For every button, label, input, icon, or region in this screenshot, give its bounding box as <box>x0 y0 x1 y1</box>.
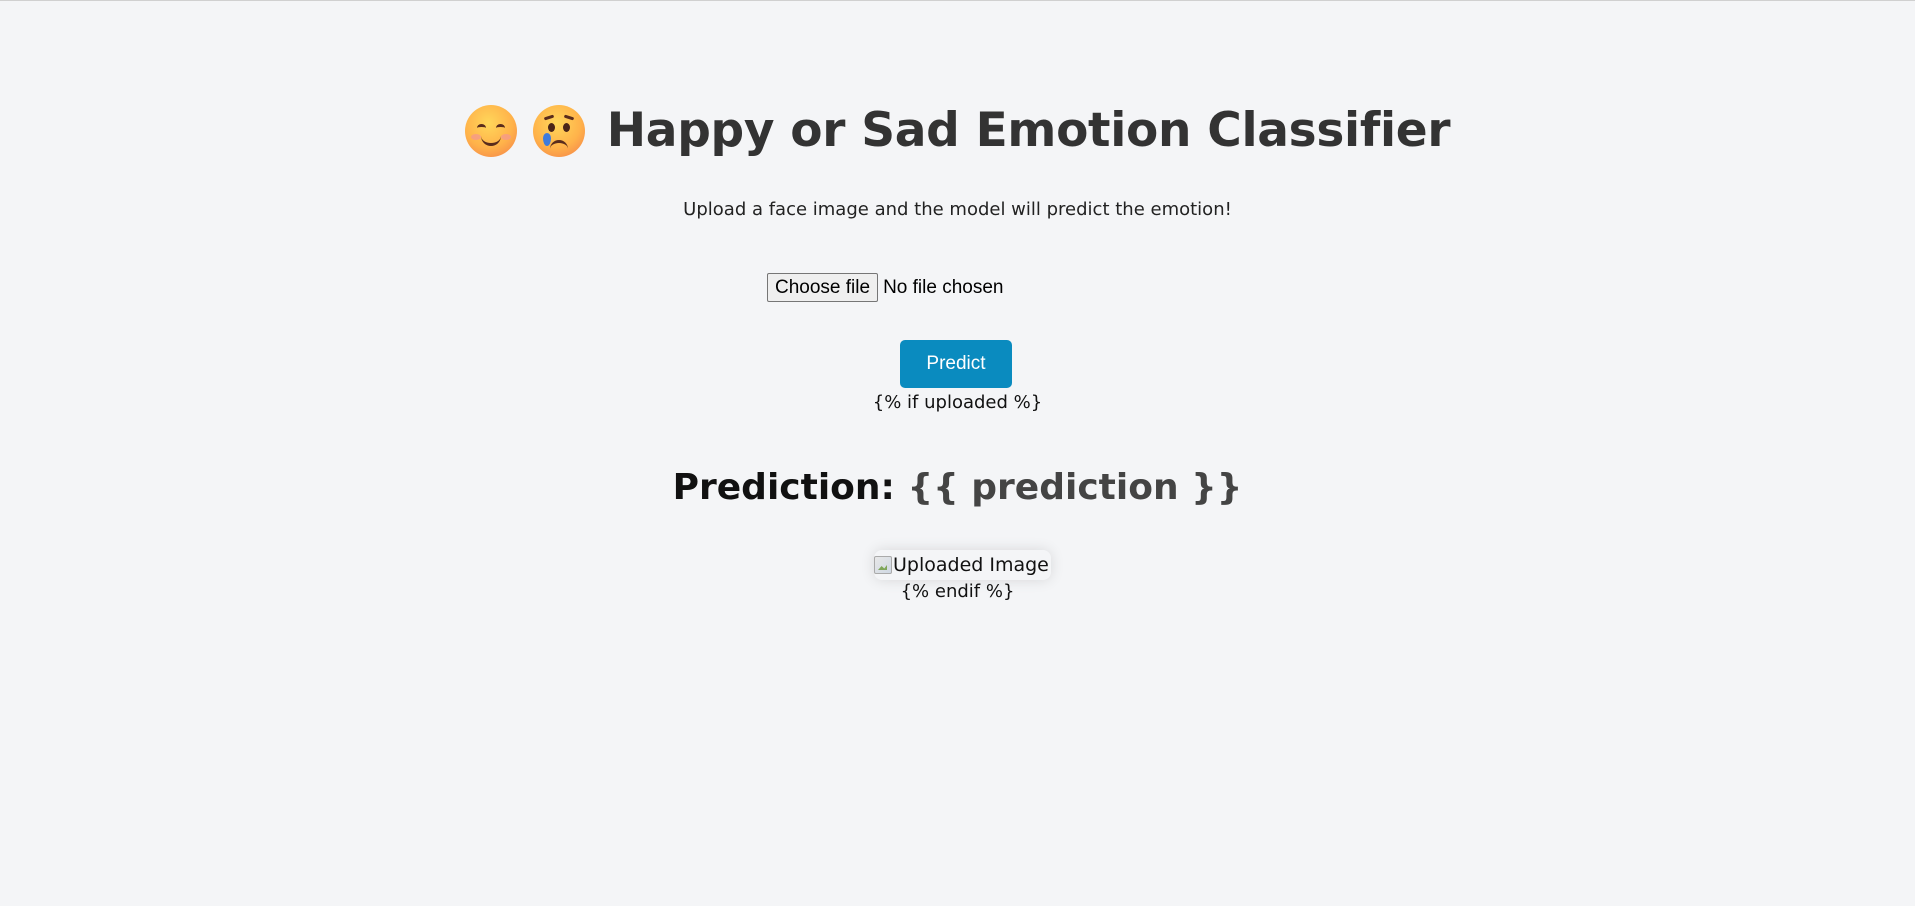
file-status: No file chosen <box>883 276 1004 298</box>
broken-image-icon <box>874 556 892 574</box>
happy-face-icon <box>464 104 517 157</box>
uploaded-image: Uploaded Image <box>874 550 1051 580</box>
template-endif-tag: {% endif %} <box>900 581 1015 602</box>
template-if-tag: {% if uploaded %} <box>872 392 1043 413</box>
page-title: Happy or Sad Emotion Classifier <box>606 103 1451 158</box>
sad-face-icon <box>532 104 585 157</box>
choose-file-button[interactable]: Choose file <box>767 273 879 302</box>
prediction-label: Prediction: <box>672 467 895 508</box>
uploaded-image-alt: Uploaded Image <box>893 554 1049 576</box>
predict-button[interactable]: Predict <box>900 340 1012 388</box>
file-input[interactable]: Choose file No file chosen <box>767 273 1003 302</box>
prediction-heading: Prediction: {{ prediction }} <box>0 467 1915 508</box>
page-subtitle: Upload a face image and the model will p… <box>683 199 1232 220</box>
title-row: Happy or Sad Emotion Classifier <box>0 103 1915 158</box>
prediction-value: {{ prediction }} <box>907 467 1243 508</box>
